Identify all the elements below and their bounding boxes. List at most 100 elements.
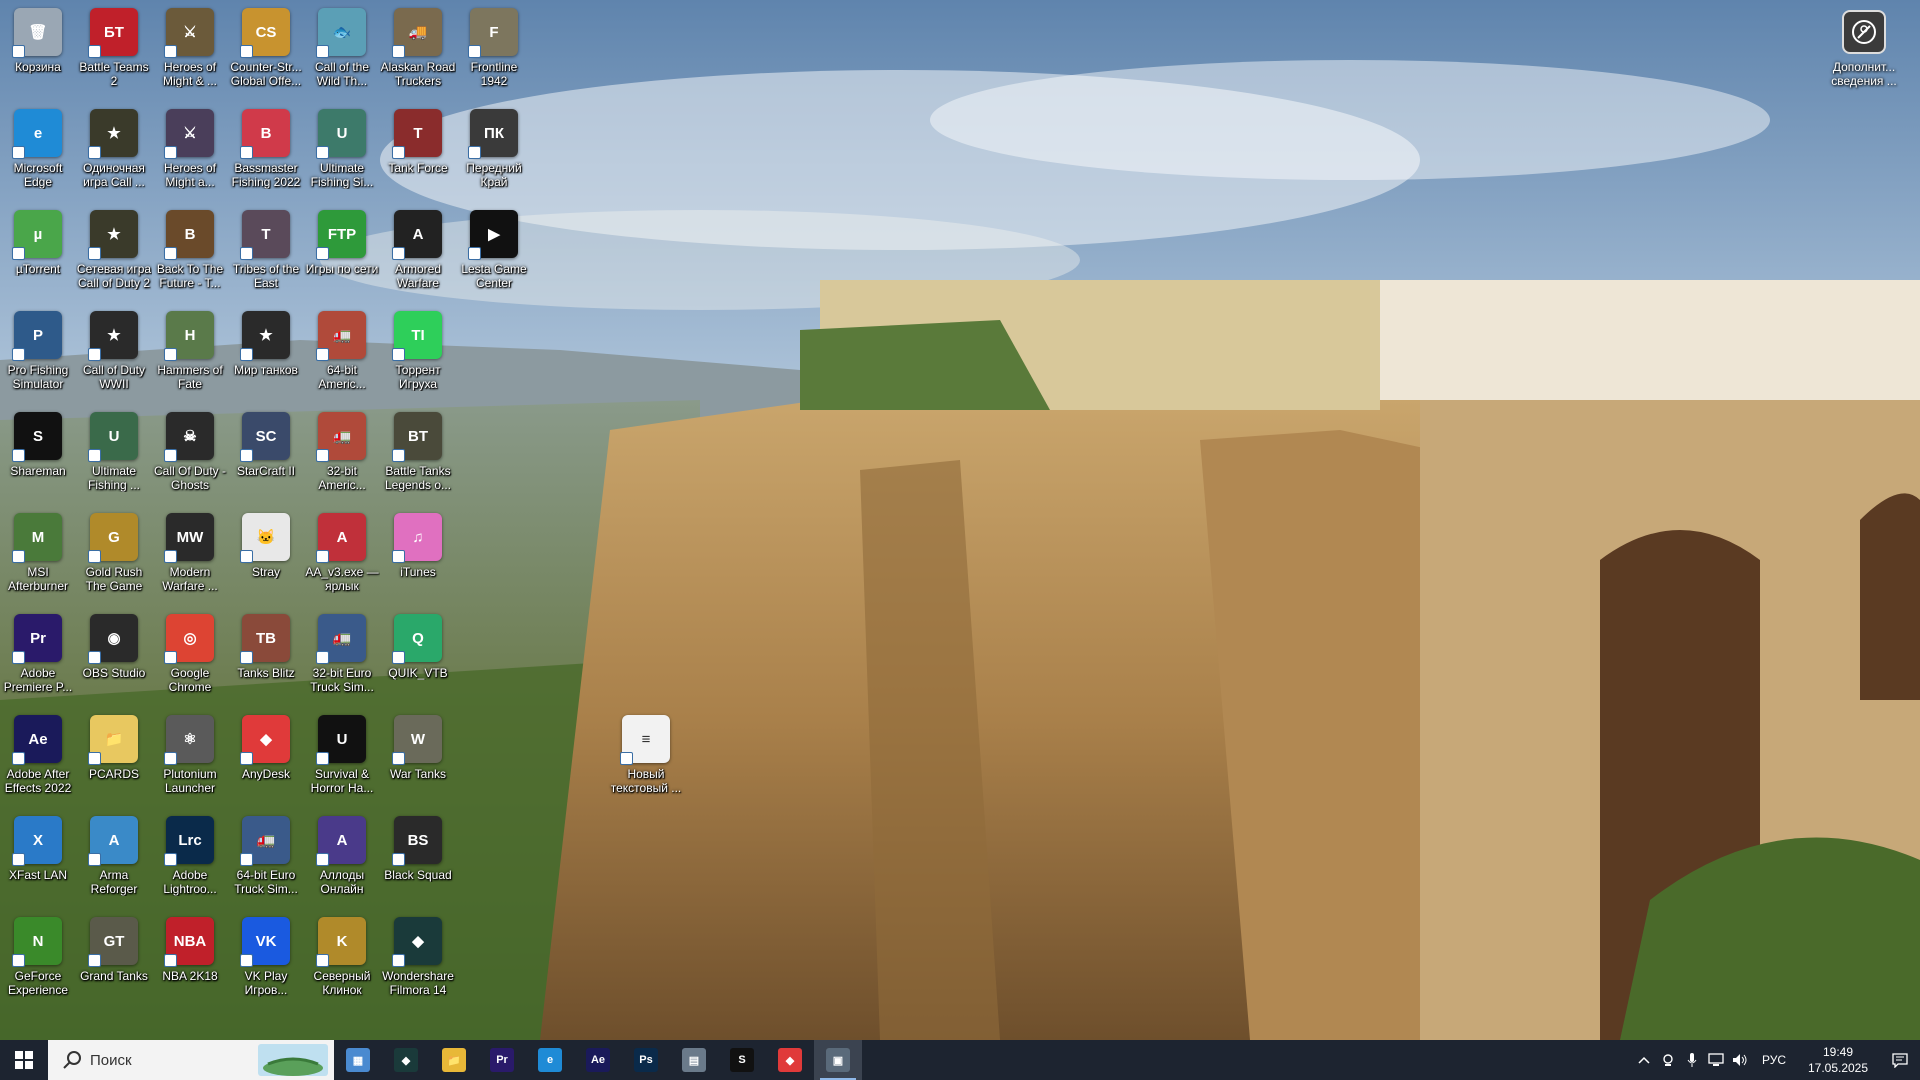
desktop-icon[interactable]: U Ultimate Fishing ... [76, 404, 152, 504]
desktop-icon[interactable]: B Back To The Future - T... [152, 202, 228, 302]
microphone-icon[interactable] [1680, 1040, 1704, 1080]
desktop-icon[interactable]: 🚛 64-bit Euro Truck Sim... [228, 808, 304, 908]
clock[interactable]: 19:49 17.05.2025 [1796, 1044, 1880, 1076]
desktop-icon[interactable]: 🗑 Корзина [0, 0, 76, 100]
desktop-icon[interactable]: A Arma Reforger [76, 808, 152, 908]
desktop-icon[interactable]: 🚛 32-bit Americ... [304, 404, 380, 504]
desktop-icon[interactable]: 🚚 Alaskan Road Truckers [380, 0, 456, 100]
desktop-icon[interactable]: N GeForce Experience [0, 909, 76, 1009]
taskbar-app-calculator[interactable]: ▤ [670, 1040, 718, 1080]
desktop-icon[interactable]: 📁 PCARDS [76, 707, 152, 807]
search-icon [63, 1051, 81, 1069]
webcam-icon[interactable] [1656, 1040, 1680, 1080]
app-icon: BS [392, 816, 442, 866]
taskbar-app-task-view[interactable]: ▦ [334, 1040, 382, 1080]
network-icon[interactable] [1704, 1040, 1728, 1080]
desktop-icon[interactable]: ⚔ Heroes of Might a... [152, 101, 228, 201]
app-icon: H [164, 311, 214, 361]
desktop-icon[interactable]: ★ Call of Duty WWII [76, 303, 152, 403]
anydesk-icon: ◆ [778, 1048, 802, 1072]
app-icon: 🗑 [12, 8, 62, 58]
desktop-icon[interactable]: NBA NBA 2K18 [152, 909, 228, 1009]
start-button[interactable] [0, 1040, 48, 1080]
desktop-icon[interactable]: ♫ iTunes [380, 505, 456, 605]
desktop-icon[interactable]: ◉ OBS Studio [76, 606, 152, 706]
desktop-icon[interactable]: T Tank Force [380, 101, 456, 201]
app-icon: TB [240, 614, 290, 664]
desktop-icon[interactable]: ◆ Wondershare Filmora 14 [380, 909, 456, 1009]
desktop-icon[interactable]: S Shareman [0, 404, 76, 504]
desktop-icon[interactable]: ☠ Call Of Duty - Ghosts [152, 404, 228, 504]
desktop-icon[interactable]: W War Tanks [380, 707, 456, 807]
desktop-icon[interactable]: VK VK Play Игров... [228, 909, 304, 1009]
desktop-icon[interactable]: ◆ AnyDesk [228, 707, 304, 807]
taskbar-app-filmora[interactable]: ◆ [382, 1040, 430, 1080]
desktop-icon[interactable]: A Armored Warfare [380, 202, 456, 302]
taskbar-app-premiere[interactable]: Pr [478, 1040, 526, 1080]
desktop-icon[interactable]: TI Торрент Игруха [380, 303, 456, 403]
input-language-indicator[interactable]: РУС [1752, 1053, 1796, 1067]
desktop-icon[interactable]: FTP Игры по сети [304, 202, 380, 302]
desktop-icon[interactable]: e Microsoft Edge [0, 101, 76, 201]
desktop-icon[interactable]: 🚛 32-bit Euro Truck Sim... [304, 606, 380, 706]
desktop-icon[interactable]: ≡ Новый текстовый ... [608, 707, 684, 807]
show-hidden-icons-chevron-icon[interactable] [1632, 1040, 1656, 1080]
desktop-icon-label: GeForce Experience [7, 969, 69, 997]
desktop-icon[interactable]: ПК Передний Край [456, 101, 532, 201]
desktop-icon[interactable]: 🚛 64-bit Americ... [304, 303, 380, 403]
desktop-icon[interactable]: Q QUIK_VTB [380, 606, 456, 706]
desktop-icon[interactable]: U Ultimate Fishing Si... [304, 101, 380, 201]
desktop-icon[interactable]: X XFast LAN [0, 808, 76, 908]
app-icon: A [392, 210, 442, 260]
desktop-icon[interactable]: B Bassmaster Fishing 2022 [228, 101, 304, 201]
volume-icon[interactable] [1728, 1040, 1752, 1080]
desktop-icon[interactable]: F Frontline 1942 [456, 0, 532, 100]
desktop-icon[interactable]: Ae Adobe After Effects 2022 [0, 707, 76, 807]
desktop-icon[interactable]: H Hammers of Fate [152, 303, 228, 403]
desktop-icon[interactable]: P Pro Fishing Simulator [0, 303, 76, 403]
desktop-icon-label: Black Squad [384, 868, 452, 882]
app-icon: T [392, 109, 442, 159]
desktop-icon[interactable]: Pr Adobe Premiere P... [0, 606, 76, 706]
desktop-icon[interactable]: T Tribes of the East [228, 202, 304, 302]
taskbar-search-box[interactable]: Поиск [48, 1040, 334, 1080]
desktop-icon[interactable]: BS Black Squad [380, 808, 456, 908]
app-icon: 🚚 [392, 8, 442, 58]
desktop-icon[interactable]: K Северный Клинок [304, 909, 380, 1009]
desktop-icon[interactable]: ◎ Google Chrome [152, 606, 228, 706]
desktop-icon[interactable]: GT Grand Tanks [76, 909, 152, 1009]
desktop-icon[interactable]: µ µTorrent [0, 202, 76, 302]
desktop-icon[interactable]: ★ Сетевая игра Call of Duty 2 [76, 202, 152, 302]
desktop-icon[interactable]: ⚔ Heroes of Might & ... [152, 0, 228, 100]
desktop-icon[interactable]: G Gold Rush The Game [76, 505, 152, 605]
app-icon: A [316, 816, 366, 866]
desktop-icon[interactable]: CS Counter-Str... Global Offe... [228, 0, 304, 100]
taskbar-app-anydesk[interactable]: ◆ [766, 1040, 814, 1080]
desktop-icon[interactable]: U Survival & Horror Ha... [304, 707, 380, 807]
desktop-icon[interactable]: BT Battle Tanks Legends o... [380, 404, 456, 504]
taskbar-app-edge[interactable]: e [526, 1040, 574, 1080]
desktop-icon[interactable]: ★ Мир танков [228, 303, 304, 403]
desktop-icon[interactable]: 🐟 Call of the Wild Th... [304, 0, 380, 100]
desktop-icon[interactable]: TB Tanks Blitz [228, 606, 304, 706]
desktop-icon[interactable]: Lrc Adobe Lightroo... [152, 808, 228, 908]
taskbar-app-game-app[interactable]: ▣ [814, 1040, 862, 1080]
desktop-icon[interactable]: M MSI Afterburner [0, 505, 76, 605]
desktop-icon[interactable]: A AA_v3.exe — ярлык [304, 505, 380, 605]
taskbar-app-file-explorer[interactable]: 📁 [430, 1040, 478, 1080]
extra-info-icon-item[interactable]: Дополнит... сведения ... [1816, 10, 1912, 88]
notification-center-button[interactable] [1880, 1040, 1920, 1080]
desktop-icon[interactable]: MW Modern Warfare ... [152, 505, 228, 605]
desktop-icon[interactable]: SC StarCraft II [228, 404, 304, 504]
taskbar-app-photoshop[interactable]: Ps [622, 1040, 670, 1080]
desktop-icon[interactable]: ▶ Lesta Game Center [456, 202, 532, 302]
desktop-icon[interactable]: ★ Одиночная игра Call ... [76, 101, 152, 201]
desktop-icon[interactable]: БT Battle Teams 2 [76, 0, 152, 100]
desktop-icon[interactable]: A Аллоды Онлайн [304, 808, 380, 908]
desktop-icon-label: Мир танков [234, 363, 298, 377]
taskbar-app-after-effects[interactable]: Ae [574, 1040, 622, 1080]
app-icon: BT [392, 412, 442, 462]
taskbar-app-shareman[interactable]: S [718, 1040, 766, 1080]
desktop-icon[interactable]: 🐱 Stray [228, 505, 304, 605]
desktop-icon[interactable]: ⚛ Plutonium Launcher [152, 707, 228, 807]
